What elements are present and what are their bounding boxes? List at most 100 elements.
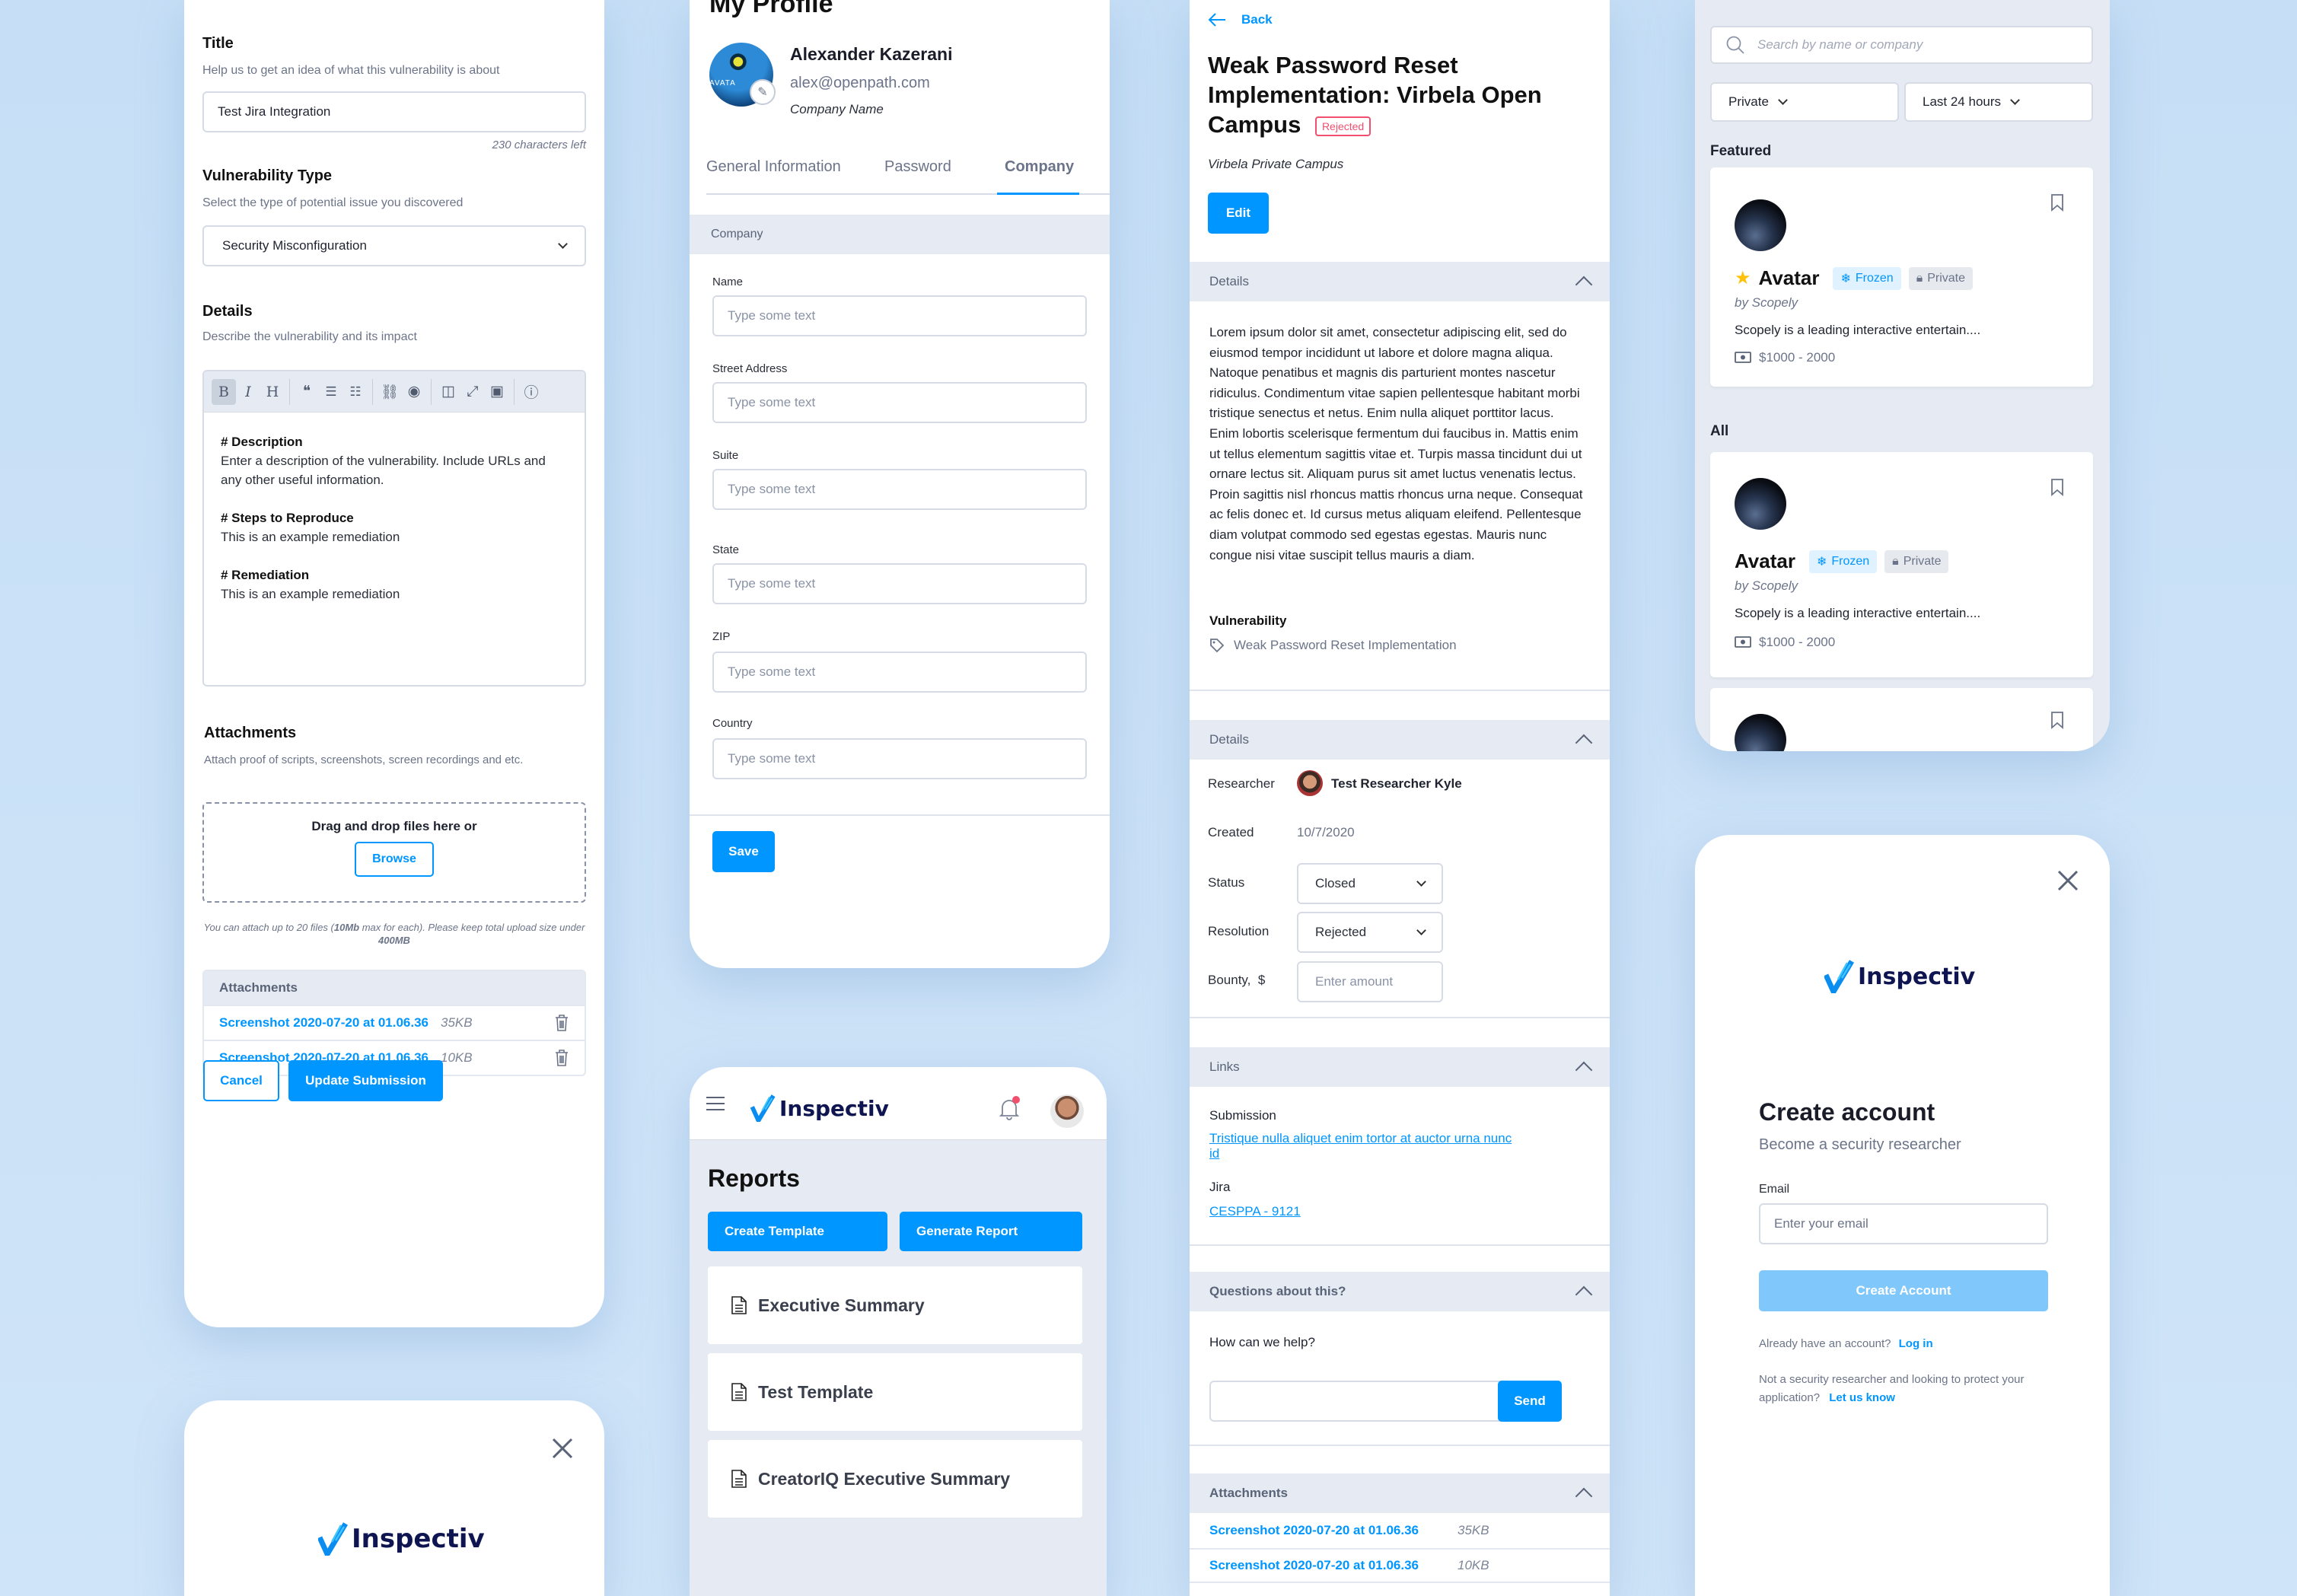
quote-icon[interactable]: ❝ [295, 379, 319, 405]
details-label: Details [202, 303, 253, 320]
search-input[interactable]: Search by name or company [1710, 26, 2093, 64]
attachment-size: 35KB [1458, 1523, 1489, 1537]
profile-company: Company Name [790, 102, 884, 116]
featured-heading: Featured [1710, 143, 1772, 159]
all-heading: All [1710, 423, 1729, 439]
back-link[interactable]: Back [1208, 12, 1273, 27]
attachment-row: Screenshot 2020-07-20 at 01.06.36 35KB [204, 1005, 585, 1040]
italic-icon[interactable]: I [236, 379, 260, 405]
help-icon[interactable]: ⓘ [519, 379, 543, 405]
editor-toolbar: B I H ❝ ☰ ☷ ⛓ ◉ ◫ ⤢ ▣ ⓘ [204, 371, 585, 413]
link-icon[interactable]: ⛓ [378, 379, 402, 405]
suite-input[interactable]: Type some text [712, 469, 1087, 510]
bookmark-icon[interactable] [2050, 711, 2064, 729]
limit-note-per-file: 10Mb [333, 922, 360, 933]
side-by-side-icon[interactable]: ◫ [436, 379, 460, 405]
bookmark-icon[interactable] [2050, 193, 2064, 212]
money-icon [1735, 636, 1751, 648]
email-input[interactable]: Enter your email [1759, 1203, 2048, 1244]
researcher-name[interactable]: Test Researcher Kyle [1331, 776, 1462, 792]
image-icon[interactable]: ▣ [485, 379, 509, 405]
frozen-badge: ❄ Frozen [1833, 266, 1901, 290]
notifications-button[interactable] [998, 1096, 1021, 1124]
attachment-link[interactable]: Screenshot 2020-07-20 at 01.06.36 [219, 1015, 428, 1031]
meta-section-header[interactable]: Details [1190, 720, 1610, 760]
trash-icon[interactable] [554, 1049, 569, 1067]
vulnerability-type-select[interactable]: Security Misconfiguration [202, 225, 586, 266]
edit-button[interactable]: Edit [1208, 193, 1269, 234]
tab-company[interactable]: Company [1005, 158, 1074, 176]
resolution-select[interactable]: Rejected [1297, 912, 1443, 953]
tab-password[interactable]: Password [884, 158, 951, 176]
edit-avatar-pencil-icon[interactable]: ✎ [750, 79, 776, 105]
report-template-item[interactable]: Test Template [708, 1353, 1082, 1431]
login-link[interactable]: Log in [1899, 1337, 1933, 1350]
user-avatar[interactable] [1050, 1094, 1084, 1128]
zip-input[interactable]: Type some text [712, 651, 1087, 693]
cancel-button[interactable]: Cancel [203, 1060, 279, 1101]
fullscreen-icon[interactable]: ⤢ [460, 379, 485, 405]
tab-general-information[interactable]: General Information [706, 158, 841, 176]
company-name-input[interactable]: Type some text [712, 295, 1087, 336]
file-dropzone[interactable]: Drag and drop files here or Browse [202, 802, 586, 903]
status-select[interactable]: Closed [1297, 863, 1443, 904]
hamburger-menu-icon[interactable] [706, 1096, 725, 1111]
bold-icon[interactable]: B [212, 378, 236, 405]
upload-limit-note: You can attach up to 20 files (10Mb max … [202, 921, 586, 947]
create-template-button[interactable]: Create Template [708, 1212, 887, 1251]
visibility-filter-select[interactable]: Private [1710, 82, 1899, 122]
country-input[interactable]: Type some text [712, 738, 1087, 779]
close-icon[interactable] [2056, 869, 2079, 892]
program-description: Scopely is a leading interactive enterta… [1735, 606, 1981, 620]
submission-link[interactable]: Tristique nulla aliquet enim tortor at a… [1209, 1131, 1521, 1161]
notification-dot [1012, 1096, 1020, 1104]
attachments-section-header[interactable]: Attachments [1190, 1473, 1610, 1513]
zip-label: ZIP [712, 630, 731, 643]
generate-report-button[interactable]: Generate Report [900, 1212, 1082, 1251]
page-title: My Profile [709, 0, 833, 18]
time-filter-select[interactable]: Last 24 hours [1904, 82, 2093, 122]
attachment-link[interactable]: Screenshot 2020-07-20 at 01.06.36 [1209, 1523, 1445, 1538]
report-template-item[interactable]: Executive Summary [708, 1266, 1082, 1344]
questions-section-header[interactable]: Questions about this? [1190, 1272, 1610, 1311]
unordered-list-icon[interactable]: ☷ [343, 379, 368, 405]
editor-content[interactable]: # Description Enter a description of the… [204, 413, 585, 623]
heading-icon[interactable]: H [260, 379, 285, 405]
trash-icon[interactable] [554, 1014, 569, 1032]
markdown-editor[interactable]: B I H ❝ ☰ ☷ ⛓ ◉ ◫ ⤢ ▣ ⓘ # Description En… [202, 370, 586, 687]
form-divider [690, 814, 1110, 816]
page-title: Reports [708, 1164, 800, 1192]
let-us-know-link[interactable]: Let us know [1829, 1391, 1895, 1404]
badge-label: Frozen [1855, 271, 1894, 285]
bookmark-icon[interactable] [2050, 478, 2064, 496]
profile-screen: My Profile AVATA ✎ Alexander Kazerani al… [690, 0, 1110, 968]
browse-button[interactable]: Browse [355, 842, 434, 877]
title-input[interactable]: Test Jira Integration [202, 91, 586, 132]
badge-label: Private [1927, 271, 1965, 285]
close-icon[interactable] [551, 1437, 574, 1460]
report-detail-screen: Back Weak Password Reset Implementation:… [1190, 0, 1610, 1596]
bounty-input[interactable]: Enter amount [1297, 961, 1443, 1002]
update-submission-button[interactable]: Update Submission [288, 1060, 443, 1101]
program-card[interactable]: Avatar ❄ Frozen 🔒︎ Private by Scopely Scop… [1710, 452, 2093, 677]
attachment-link[interactable]: Screenshot 2020-07-20 at 01.06.36 [1209, 1558, 1445, 1573]
report-template-item[interactable]: CreatorIQ Executive Summary [708, 1440, 1082, 1518]
state-input[interactable]: Type some text [712, 563, 1087, 604]
send-button[interactable]: Send [1498, 1381, 1562, 1422]
save-button[interactable]: Save [712, 831, 775, 872]
street-address-input[interactable]: Type some text [712, 382, 1087, 423]
avatar-overlay-text: AVATA [709, 79, 736, 88]
attachment-row: Screenshot 2020-07-20 at 01.06.36 10KB [1190, 1548, 1610, 1583]
time-filter-value: Last 24 hours [1923, 94, 2002, 109]
details-section-header[interactable]: Details [1190, 262, 1610, 301]
links-section-header[interactable]: Links [1190, 1047, 1610, 1087]
question-input[interactable] [1209, 1381, 1502, 1422]
program-card[interactable] [1710, 688, 2093, 751]
inspectiv-logo[interactable]: Inspectiv [750, 1094, 889, 1122]
program-card[interactable]: ★ Avatar ❄ Frozen 🔒︎ Private by Scopely Sc… [1710, 167, 2093, 387]
jira-link[interactable]: CESPPA - 9121 [1209, 1204, 1301, 1219]
ordered-list-icon[interactable]: ☰ [319, 379, 343, 405]
preview-eye-icon[interactable]: ◉ [402, 379, 426, 405]
attachment-size: 35KB [441, 1015, 473, 1030]
create-account-button[interactable]: Create Account [1759, 1270, 2048, 1311]
